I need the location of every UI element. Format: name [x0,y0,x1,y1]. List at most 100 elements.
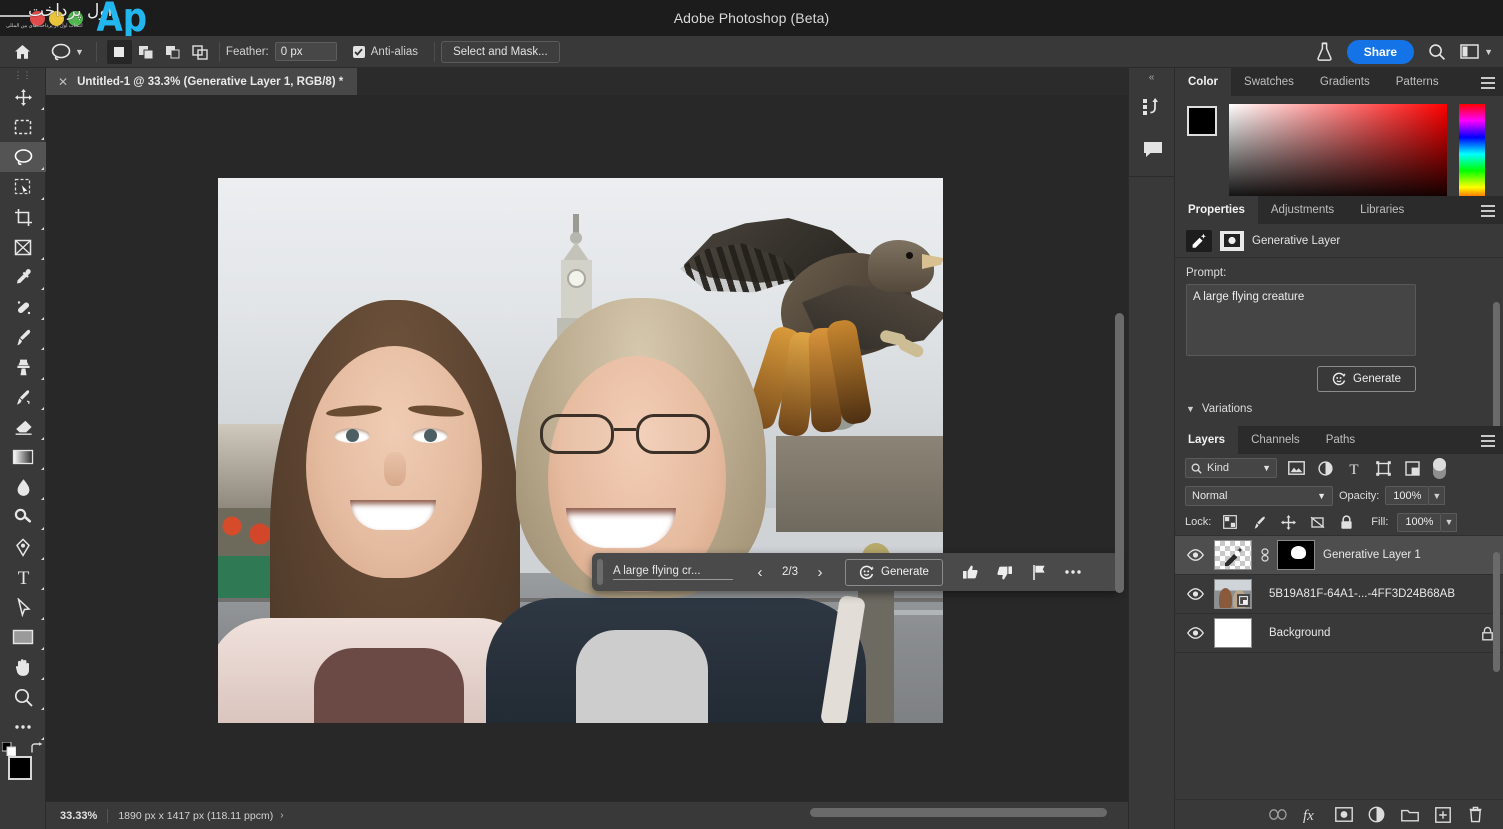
color-picker-area[interactable] [1175,96,1503,196]
layer-name[interactable]: 5B19A81F-64A1-...-4FF3D24B68AB [1269,588,1455,600]
chevron-right-icon[interactable]: › [807,559,833,585]
generate-button[interactable]: Generate [1317,366,1416,392]
lock-all-icon[interactable] [1336,512,1356,532]
lock-position-icon[interactable] [1278,512,1298,532]
variations-section[interactable]: ▼ Variations [1175,392,1503,426]
contextual-task-bar[interactable]: A large flying cr... ‹ 2/3 › Generate [592,553,1120,591]
link-layers-icon[interactable] [1268,805,1287,824]
tab-properties[interactable]: Properties [1175,196,1258,224]
spot-healing-brush-tool[interactable] [0,292,46,322]
history-brush-tool[interactable] [0,382,46,412]
select-and-mask-button[interactable]: Select and Mask... [441,41,560,63]
tab-libraries[interactable]: Libraries [1347,196,1417,224]
saturation-value-field[interactable] [1229,104,1447,204]
task-bar-generate-button[interactable]: Generate [845,559,943,586]
document-image[interactable] [218,178,943,723]
tab-paths[interactable]: Paths [1313,426,1368,454]
foreground-color-swatch[interactable] [8,756,32,780]
chevron-down-icon[interactable]: ▼ [1262,463,1271,473]
hand-tool[interactable] [0,652,46,682]
layer-name[interactable]: Background [1269,627,1330,639]
canvas-horizontal-scrollbar[interactable] [810,808,1107,817]
panel-menu-icon[interactable] [1481,435,1495,450]
layer-thumbnail[interactable] [1214,579,1252,609]
search-icon[interactable] [1428,43,1446,61]
lasso-tool[interactable] [0,142,46,172]
path-selection-tool[interactable] [0,592,46,622]
filter-type-icon[interactable]: T [1344,458,1364,478]
zoom-tool[interactable] [0,682,46,712]
add-layer-mask-icon[interactable] [1334,805,1353,824]
task-bar-grip[interactable] [597,559,603,585]
blend-mode-select[interactable]: Normal ▼ [1185,486,1333,506]
move-tool[interactable] [0,82,46,112]
table-row[interactable]: Generative Layer 1 [1175,536,1503,575]
chevron-down-icon[interactable]: ▼ [1429,486,1445,505]
layer-link-icon[interactable] [1260,548,1269,562]
zoom-level[interactable]: 33.33% [46,810,107,822]
panel-menu-icon[interactable] [1481,205,1495,220]
layer-name[interactable]: Generative Layer 1 [1323,549,1421,561]
rectangular-marquee-tool[interactable] [0,112,46,142]
layer-style-fx-icon[interactable]: fx [1301,805,1320,824]
canvas-horizontal-scroll-track[interactable] [292,802,1128,829]
document-tab[interactable]: ✕ Untitled-1 @ 33.3% (Generative Layer 1… [46,68,357,95]
layer-thumbnail[interactable] [1214,540,1252,570]
tab-adjustments[interactable]: Adjustments [1258,196,1347,224]
thumbs-up-icon[interactable] [957,558,985,586]
blur-tool[interactable] [0,472,46,502]
chevron-right-icon[interactable]: › [280,810,291,821]
tab-color[interactable]: Color [1175,68,1231,96]
properties-scrollbar[interactable] [1493,302,1500,434]
hue-ramp[interactable] [1459,104,1485,204]
layers-scrollbar[interactable] [1493,552,1500,672]
crop-tool[interactable] [0,202,46,232]
tools-panel-grip[interactable]: ⋮⋮ [0,68,45,82]
layer-filter-kind-select[interactable]: Kind ▼ [1185,458,1277,478]
foreground-color-swatch[interactable] [1187,106,1217,136]
tab-swatches[interactable]: Swatches [1231,68,1307,96]
chevron-down-icon[interactable]: ▼ [1317,491,1326,501]
tab-channels[interactable]: Channels [1238,426,1313,454]
home-button[interactable] [0,36,44,68]
workspace-switcher[interactable]: ▼ [1460,44,1493,59]
prompt-input[interactable]: A large flying creature [1186,284,1416,356]
thumbs-down-icon[interactable] [991,558,1019,586]
panel-menu-icon[interactable] [1481,77,1495,92]
layer-visibility-toggle[interactable] [1184,588,1206,600]
canvas-area[interactable]: A large flying cr... ‹ 2/3 › Generate [46,95,1128,801]
subtract-from-selection-button[interactable] [161,40,186,64]
ellipsis-icon[interactable] [1059,558,1087,586]
add-to-selection-button[interactable] [134,40,159,64]
frame-tool[interactable] [0,232,46,262]
brush-tool[interactable] [0,322,46,352]
filter-pixel-icon[interactable] [1286,458,1306,478]
filter-enable-toggle[interactable] [1433,458,1446,479]
share-button[interactable]: Share [1347,40,1414,64]
new-selection-button[interactable] [107,40,132,64]
new-group-icon[interactable] [1400,805,1419,824]
pen-tool[interactable] [0,532,46,562]
type-tool[interactable]: T [0,562,46,592]
filter-shape-icon[interactable] [1373,458,1393,478]
lock-artboard-nesting-icon[interactable] [1307,512,1327,532]
table-row[interactable]: Background [1175,614,1503,653]
chevron-down-icon[interactable]: ▼ [1186,404,1195,414]
anti-alias-checkbox[interactable] [353,46,365,58]
rectangle-tool[interactable] [0,622,46,652]
gradient-tool[interactable] [0,442,46,472]
default-colors-icon[interactable] [2,742,16,756]
clone-stamp-tool[interactable] [0,352,46,382]
chevron-left-icon[interactable]: ‹ [747,559,773,585]
table-row[interactable]: 5B19A81F-64A1-...-4FF3D24B68AB [1175,575,1503,614]
task-bar-prompt[interactable]: A large flying cr... [613,565,733,580]
swap-colors-icon[interactable] [30,742,43,755]
layer-thumbnail[interactable] [1214,618,1252,648]
canvas-vertical-scrollbar[interactable] [1115,313,1124,593]
actions-icon[interactable] [1129,86,1176,128]
edit-toolbar-button[interactable] [0,712,46,742]
layer-mask-thumbnail[interactable] [1277,540,1315,570]
eraser-tool[interactable] [0,412,46,442]
object-selection-tool[interactable] [0,172,46,202]
new-layer-icon[interactable] [1433,805,1452,824]
